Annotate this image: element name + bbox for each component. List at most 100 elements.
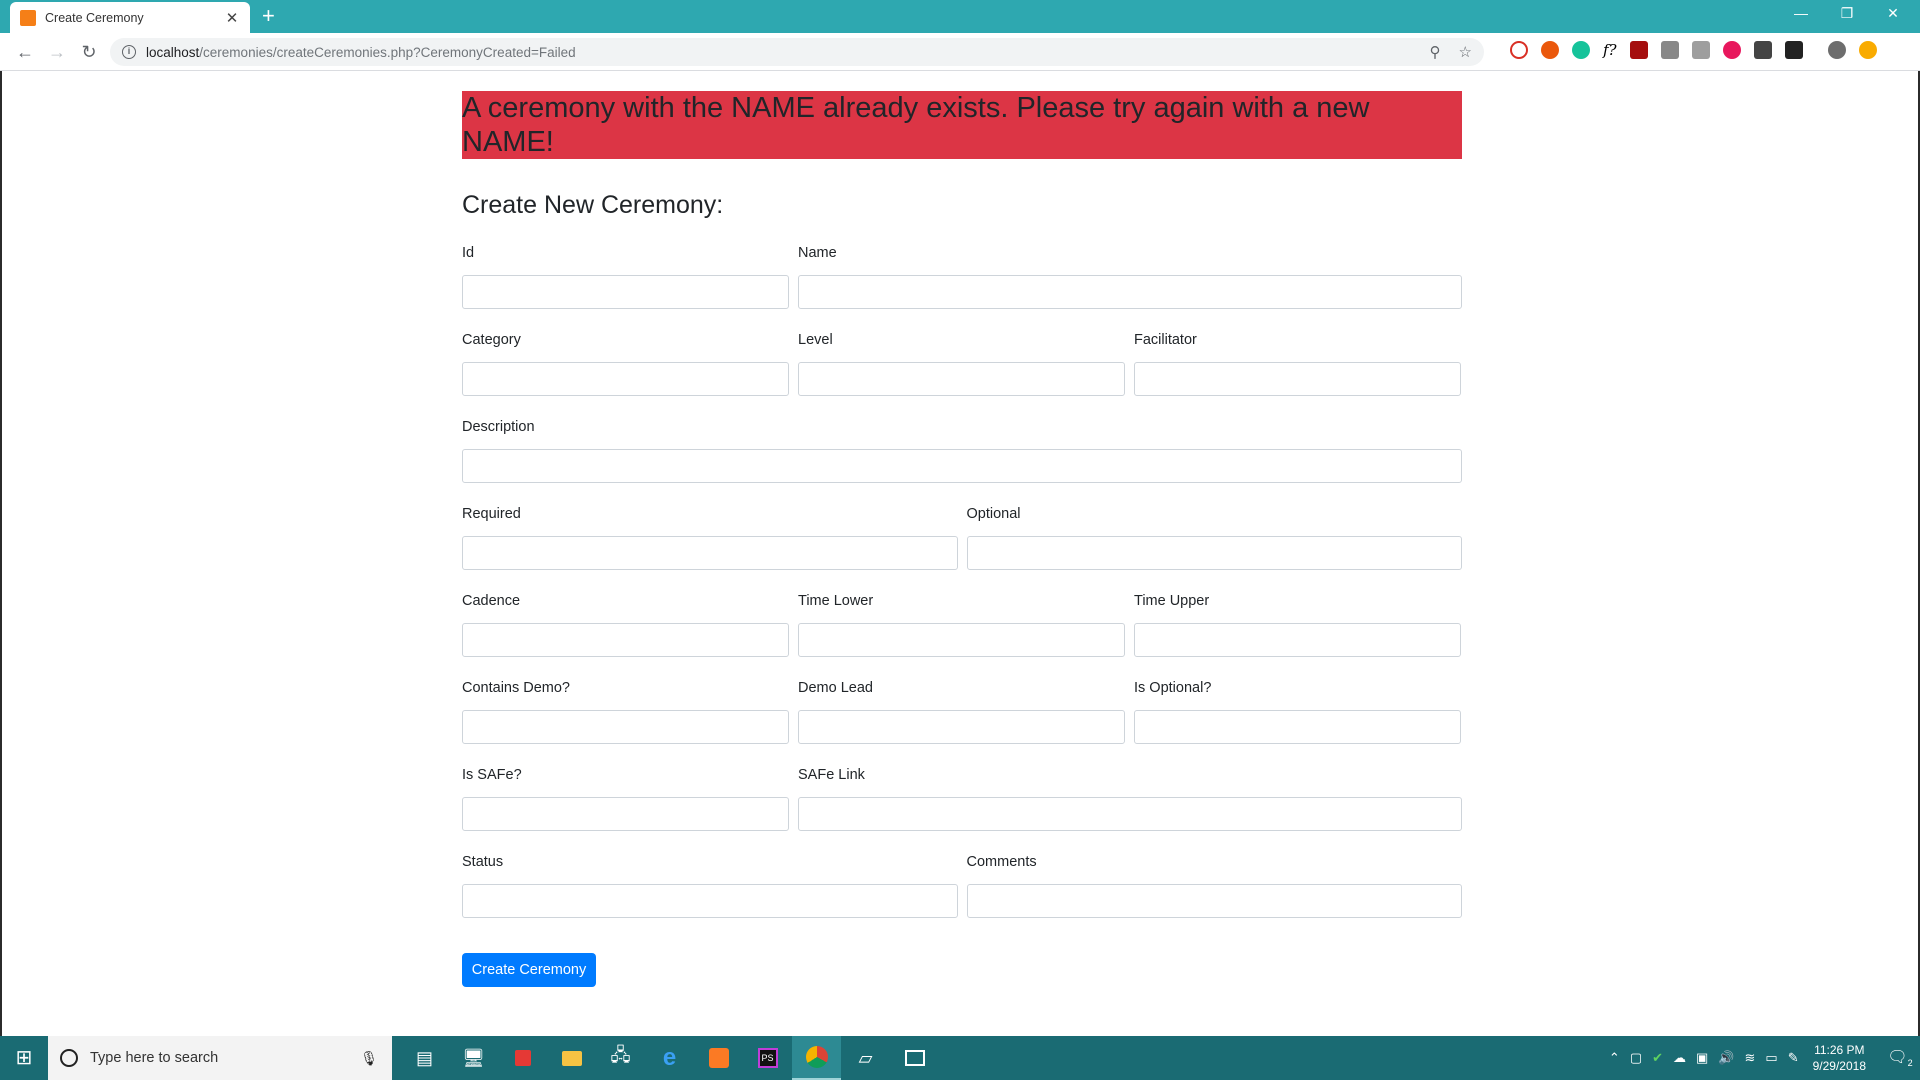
new-tab-button[interactable]: + [262, 4, 275, 28]
ublock-extension-icon[interactable] [1629, 41, 1648, 59]
wifi-icon[interactable]: ≋ [1745, 1050, 1756, 1066]
clock-time: 11:26 PM [1814, 1043, 1865, 1057]
page-viewport: A ceremony with the NAME already exists.… [0, 71, 1920, 1036]
edit-extension-icon[interactable] [1691, 41, 1710, 59]
optional-label: Optional [966, 506, 1021, 522]
safe-link-label: SAFe Link [798, 767, 865, 783]
name-label: Name [798, 245, 837, 261]
tray-app-icon[interactable]: ▣ [1696, 1050, 1708, 1066]
adblock-extension-icon[interactable] [1510, 41, 1528, 59]
contains-demo-input[interactable] [462, 710, 789, 744]
level-label: Level [798, 332, 833, 348]
is-safe-input[interactable] [462, 797, 789, 831]
file-explorer-icon[interactable] [547, 1036, 596, 1080]
back-arrow-icon[interactable]: ← [12, 39, 38, 65]
notification-count: 2 [1907, 1058, 1913, 1069]
tray-app-icon[interactable]: ▢ [1630, 1050, 1642, 1066]
category-label: Category [462, 332, 521, 348]
facilitator-label: Facilitator [1134, 332, 1197, 348]
fontface-extension-icon[interactable]: f? [1603, 41, 1617, 59]
page-title: Create New Ceremony: [462, 191, 724, 219]
id-input[interactable] [462, 275, 789, 309]
task-view-icon[interactable]: ▤ [400, 1036, 449, 1080]
create-ceremony-button[interactable]: Create Ceremony [462, 953, 596, 987]
main-container: A ceremony with the NAME already exists.… [462, 91, 1462, 987]
cadence-input[interactable] [462, 623, 789, 657]
edge-browser-icon[interactable]: e [645, 1036, 694, 1080]
close-tab-icon[interactable]: ✕ [224, 9, 240, 27]
site-info-icon[interactable]: i [122, 45, 136, 59]
minimize-button[interactable]: — [1778, 0, 1824, 28]
cortana-icon[interactable] [60, 1049, 78, 1067]
cadence-label: Cadence [462, 593, 521, 609]
volume-icon[interactable]: 🔊 [1718, 1050, 1734, 1066]
taskbar-search-placeholder[interactable]: Type here to search [90, 1050, 360, 1066]
close-window-button[interactable]: ✕ [1870, 0, 1916, 28]
taskbar-clock[interactable]: 11:26 PM 9/29/2018 [1813, 1042, 1866, 1074]
profile-avatar[interactable] [1827, 41, 1846, 59]
zoom-icon[interactable]: ⚲ [1430, 43, 1441, 61]
chrome-icon[interactable] [792, 1036, 841, 1080]
app-icon[interactable]: 🖧 [596, 1036, 645, 1080]
tab-title: Create Ceremony [45, 10, 144, 25]
phpstorm-icon[interactable]: PS [743, 1036, 792, 1080]
optional-input[interactable] [966, 536, 1462, 570]
pocket-extension-icon[interactable] [1753, 41, 1772, 59]
camera-extension-icon[interactable] [1660, 41, 1679, 59]
category-input[interactable] [462, 362, 789, 396]
todoist-extension-icon[interactable] [1722, 41, 1741, 59]
bookmark-star-icon[interactable]: ☆ [1459, 43, 1472, 61]
description-label: Description [462, 419, 535, 435]
is-optional-label: Is Optional? [1134, 680, 1212, 696]
clock-date: 9/29/2018 [1812, 1059, 1866, 1073]
pen-icon[interactable]: ✎ [1788, 1050, 1799, 1066]
forward-arrow-icon[interactable]: → [44, 39, 70, 65]
id-label: Id [462, 245, 475, 261]
extension-icon[interactable] [1541, 41, 1559, 59]
comments-input[interactable] [966, 884, 1462, 918]
app-grid-icon[interactable] [498, 1036, 547, 1080]
url-text[interactable]: localhost/ceremonies/createCeremonies.ph… [146, 45, 576, 60]
chevron-up-icon[interactable]: ⌃ [1609, 1050, 1620, 1066]
battery-icon[interactable]: ▭ [1765, 1050, 1777, 1066]
taskbar-apps: ▤ 🖥 🖧 e PS ▱ [400, 1036, 939, 1080]
description-input[interactable] [462, 449, 1462, 483]
name-input[interactable] [798, 275, 1462, 309]
required-input[interactable] [462, 536, 958, 570]
comments-label: Comments [966, 854, 1037, 870]
xampp-favicon-icon [20, 9, 36, 26]
microphone-icon[interactable]: 🎙 [360, 1050, 378, 1067]
time-lower-input[interactable] [798, 623, 1125, 657]
extension-icon[interactable] [1784, 41, 1803, 59]
restore-button[interactable]: ❐ [1824, 0, 1870, 28]
windows-taskbar: ⊞ Type here to search 🎙 ▤ 🖥 🖧 e PS ▱ ⌃ ▢… [0, 1036, 1920, 1080]
browser-tab[interactable]: Create Ceremony ✕ [10, 2, 250, 33]
photos-icon[interactable] [890, 1036, 939, 1080]
onedrive-icon[interactable]: ☁ [1673, 1050, 1686, 1066]
time-upper-input[interactable] [1134, 623, 1461, 657]
xampp-icon[interactable] [694, 1036, 743, 1080]
status-label: Status [462, 854, 504, 870]
contains-demo-label: Contains Demo? [462, 680, 570, 696]
facilitator-input[interactable] [1134, 362, 1461, 396]
check-icon[interactable]: ✔ [1652, 1050, 1663, 1066]
browser-toolbar: ← → ↻ i localhost/ceremonies/createCerem… [0, 33, 1920, 71]
is-safe-label: Is SAFe? [462, 767, 522, 783]
update-alert-icon[interactable] [1858, 41, 1877, 59]
status-input[interactable] [462, 884, 958, 918]
notification-center-icon[interactable]: 🗨2 [1880, 1047, 1920, 1068]
windows-start-icon[interactable]: ⊞ [0, 1036, 48, 1080]
required-label: Required [462, 506, 521, 522]
app-icon[interactable]: 🖥 [449, 1036, 498, 1080]
address-bar[interactable]: i localhost/ceremonies/createCeremonies.… [110, 38, 1484, 66]
system-tray: ⌃ ▢ ✔ ☁ ▣ 🔊 ≋ ▭ ✎ 11:26 PM 9/29/2018 🗨2 [1609, 1036, 1920, 1080]
demo-lead-input[interactable] [798, 710, 1125, 744]
reload-icon[interactable]: ↻ [76, 39, 102, 65]
level-input[interactable] [798, 362, 1125, 396]
app-icon[interactable]: ▱ [841, 1036, 890, 1080]
grammarly-extension-icon[interactable] [1572, 41, 1590, 59]
safe-link-input[interactable] [798, 797, 1462, 831]
taskbar-search-box[interactable]: Type here to search 🎙 [48, 1036, 392, 1080]
is-optional-input[interactable] [1134, 710, 1461, 744]
error-alert: A ceremony with the NAME already exists.… [462, 91, 1462, 159]
